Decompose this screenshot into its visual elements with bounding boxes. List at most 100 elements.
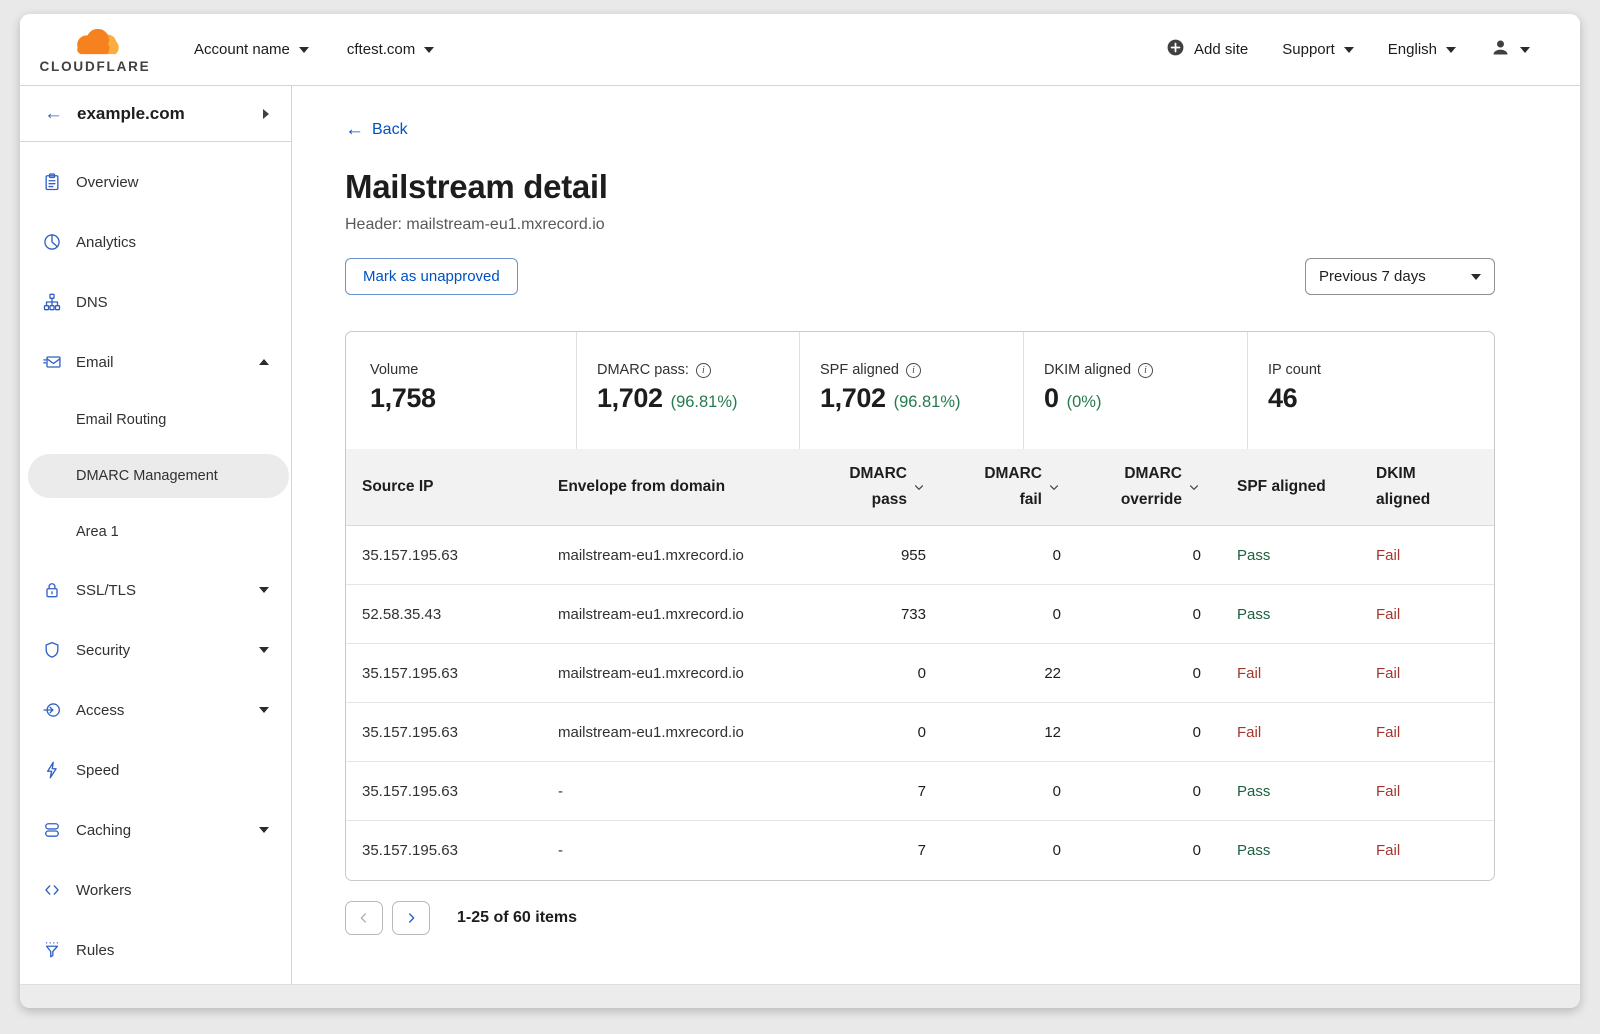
expand-right-icon[interactable] <box>263 109 269 119</box>
site-menu[interactable]: cftest.com <box>347 41 434 58</box>
stat-label: DKIM aligned <box>1044 362 1131 378</box>
add-site-label: Add site <box>1194 41 1248 58</box>
cloudflare-logo[interactable]: CLOUDFLARE <box>36 26 154 74</box>
dkim-aligned-cell: Fail <box>1351 585 1494 643</box>
dmarc-override-cell: 0 <box>1061 762 1201 820</box>
sidebar-site-header[interactable]: ← example.com <box>20 86 291 142</box>
sidebar-item-label: Rules <box>76 942 269 959</box>
language-menu[interactable]: English <box>1388 41 1456 58</box>
stats-row: Volume 1,758 DMARC pass: i 1,702 (96.81%… <box>346 332 1494 449</box>
sidebar-item-email[interactable]: Email <box>20 332 291 392</box>
sidebar-item-area-1[interactable]: Area 1 <box>20 504 291 560</box>
chevron-down-icon <box>1471 274 1481 280</box>
stat-percent: (96.81%) <box>671 393 738 412</box>
sidebar-item-ssl-tls[interactable]: SSL/TLS <box>20 560 291 620</box>
sidebar-item-access[interactable]: Access <box>20 680 291 740</box>
language-label: English <box>1388 41 1437 58</box>
sidebar-item-email-routing[interactable]: Email Routing <box>20 392 291 448</box>
mark-unapproved-button[interactable]: Mark as unapproved <box>345 258 518 295</box>
access-icon <box>42 700 62 720</box>
mail-icon <box>42 352 62 372</box>
stat-spf-aligned: SPF aligned i 1,702 (96.81%) <box>799 332 1023 449</box>
spf-aligned-cell: Fail <box>1201 644 1351 702</box>
envelope-from-cell: mailstream-eu1.mxrecord.io <box>542 526 806 584</box>
cloudflare-cloud-icon <box>64 26 126 61</box>
add-site-button[interactable]: Add site <box>1166 38 1248 61</box>
date-range-select[interactable]: Previous 7 days <box>1305 258 1495 295</box>
report-card: Volume 1,758 DMARC pass: i 1,702 (96.81%… <box>345 331 1495 881</box>
source-ip-cell: 35.157.195.63 <box>346 821 542 880</box>
spf-aligned-cell: Pass <box>1201 762 1351 820</box>
topbar: CLOUDFLARE Account name cftest.com Ad <box>20 14 1580 86</box>
table-header: Source IP Envelope from domain DMARC pas… <box>346 449 1494 526</box>
sidebar-item-workers[interactable]: Workers <box>20 860 291 920</box>
sidebar-item-security[interactable]: Security <box>20 620 291 680</box>
dmarc-pass-cell: 7 <box>806 762 926 820</box>
stat-value: 46 <box>1268 383 1297 414</box>
stat-label: DMARC pass: <box>597 362 689 378</box>
user-menu[interactable] <box>1490 37 1530 62</box>
table-row[interactable]: 35.157.195.63 mailstream-eu1.mxrecord.io… <box>346 526 1494 585</box>
stat-value: 0 <box>1044 383 1059 414</box>
support-label: Support <box>1282 41 1335 58</box>
next-page-button[interactable] <box>392 901 430 935</box>
sort-chevron-icon[interactable] <box>1047 480 1061 494</box>
source-ip-cell: 35.157.195.63 <box>346 703 542 761</box>
table-row[interactable]: 52.58.35.43 mailstream-eu1.mxrecord.io 7… <box>346 585 1494 644</box>
stat-label: IP count <box>1268 362 1321 378</box>
sidebar-item-dmarc-management[interactable]: DMARC Management <box>28 454 289 498</box>
pagination: 1-25 of 60 items <box>345 901 1495 961</box>
dmarc-pass-cell: 7 <box>806 821 926 880</box>
sidebar-item-dns[interactable]: DNS <box>20 272 291 332</box>
table-row[interactable]: 35.157.195.63 mailstream-eu1.mxrecord.io… <box>346 703 1494 762</box>
site-menu-label: cftest.com <box>347 41 415 58</box>
sidebar-item-caching[interactable]: Caching <box>20 800 291 860</box>
stat-dkim-aligned: DKIM aligned i 0 (0%) <box>1023 332 1247 449</box>
column-envelope-from: Envelope from domain <box>542 449 806 525</box>
chevron-down-icon <box>259 647 269 653</box>
back-arrow-icon[interactable]: ← <box>44 104 63 123</box>
sidebar-item-analytics[interactable]: Analytics <box>20 212 291 272</box>
dmarc-fail-cell: 22 <box>926 644 1061 702</box>
column-dmarc-fail[interactable]: DMARC fail <box>926 449 1061 525</box>
column-source-ip: Source IP <box>346 449 542 525</box>
date-range-value: Previous 7 days <box>1319 268 1426 285</box>
info-icon[interactable]: i <box>1138 363 1153 378</box>
sort-chevron-icon[interactable] <box>1187 480 1201 494</box>
sort-chevron-icon[interactable] <box>912 480 926 494</box>
back-link-label: Back <box>372 121 408 139</box>
sidebar-item-label: Email <box>76 354 259 371</box>
support-menu[interactable]: Support <box>1282 41 1354 58</box>
dmarc-fail-cell: 0 <box>926 526 1061 584</box>
sidebar-subitem-label: Email Routing <box>76 412 166 428</box>
sidebar-item-label: Caching <box>76 822 259 839</box>
table-row[interactable]: 35.157.195.63 mailstream-eu1.mxrecord.io… <box>346 644 1494 703</box>
chevron-down-icon <box>259 707 269 713</box>
stat-value: 1,702 <box>597 383 663 414</box>
info-icon[interactable]: i <box>906 363 921 378</box>
column-dmarc-pass[interactable]: DMARC pass <box>806 449 926 525</box>
site-name: example.com <box>77 104 263 124</box>
chevron-down-icon <box>299 47 309 53</box>
clipboard-icon <box>42 172 62 192</box>
stat-percent: (96.81%) <box>894 393 961 412</box>
dmarc-fail-cell: 0 <box>926 821 1061 880</box>
account-menu[interactable]: Account name <box>194 41 309 58</box>
dmarc-pass-cell: 733 <box>806 585 926 643</box>
previous-page-button[interactable] <box>345 901 383 935</box>
user-icon <box>1490 37 1511 62</box>
lightning-icon <box>42 760 62 780</box>
back-link[interactable]: ← Back <box>345 120 408 139</box>
column-dmarc-override[interactable]: DMARC override <box>1061 449 1201 525</box>
table-row[interactable]: 35.157.195.63 - 7 0 0 Pass Fail <box>346 821 1494 880</box>
sidebar-item-rules[interactable]: Rules <box>20 920 291 980</box>
dmarc-pass-cell: 955 <box>806 526 926 584</box>
source-ip-cell: 35.157.195.63 <box>346 762 542 820</box>
info-icon[interactable]: i <box>696 363 711 378</box>
table-row[interactable]: 35.157.195.63 - 7 0 0 Pass Fail <box>346 762 1494 821</box>
sidebar-item-overview[interactable]: Overview <box>20 152 291 212</box>
sidebar-item-speed[interactable]: Speed <box>20 740 291 800</box>
envelope-from-cell: - <box>542 821 806 880</box>
pagination-summary: 1-25 of 60 items <box>457 909 577 927</box>
page-subtitle: Header: mailstream-eu1.mxrecord.io <box>345 216 1495 234</box>
